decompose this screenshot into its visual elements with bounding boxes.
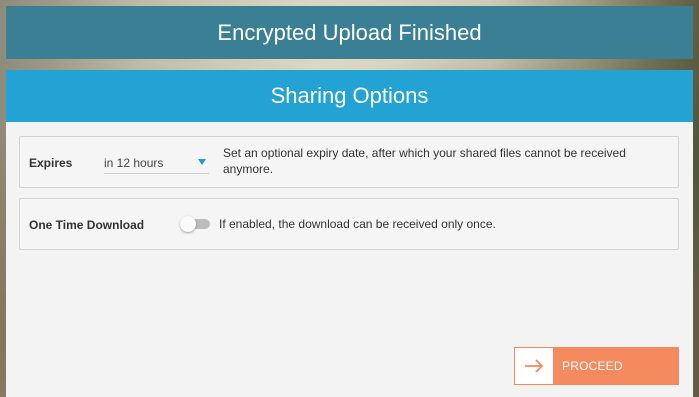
expires-selected-value: in 12 hours <box>104 156 164 170</box>
banner-title: Encrypted Upload Finished <box>217 19 482 45</box>
toggle-knob <box>180 216 196 232</box>
dropdown-arrow-icon <box>198 159 206 165</box>
proceed-label: PROCEED <box>562 359 623 373</box>
expires-option: Expires in 12 hours Set an optional expi… <box>19 136 679 188</box>
expires-dropdown[interactable]: in 12 hours <box>104 153 209 174</box>
panel-header: Sharing Options <box>6 70 693 122</box>
expires-description: Set an optional expiry date, after which… <box>223 146 626 176</box>
proceed-button[interactable]: PROCEED <box>514 347 679 385</box>
one-time-download-toggle[interactable] <box>180 216 212 232</box>
one-time-download-label: One Time Download <box>29 218 145 232</box>
sharing-options-panel: Sharing Options Expires in 12 hours Set … <box>6 70 693 397</box>
one-time-download-description: If enabled, the download can be received… <box>219 217 496 231</box>
panel-title: Sharing Options <box>270 83 429 108</box>
upload-finished-banner: Encrypted Upload Finished <box>6 6 693 59</box>
arrow-right-icon <box>515 348 553 384</box>
one-time-download-option: One Time Download If enabled, the downlo… <box>19 198 679 250</box>
expires-label: Expires <box>29 156 73 170</box>
